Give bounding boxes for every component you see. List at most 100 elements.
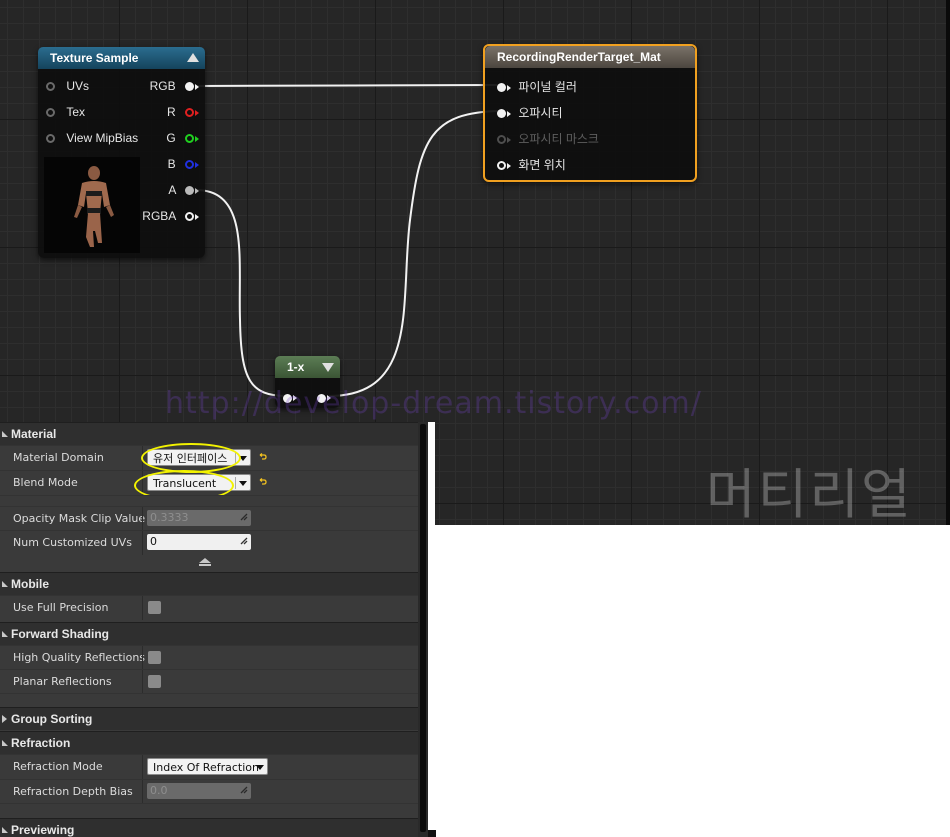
property-planar-reflections: Planar Reflections: [0, 669, 418, 694]
pin-icon[interactable]: [46, 108, 55, 118]
texture-preview: [44, 157, 140, 253]
panel-divider: [428, 422, 435, 837]
pin-label: View MipBias: [66, 131, 139, 145]
pin-icon[interactable]: [46, 134, 55, 144]
spacer: [0, 693, 418, 706]
material-result-node[interactable]: RecordingRenderTarget_Mat 파이널 컬러 오파시티 오파…: [483, 44, 697, 182]
pin-icon[interactable]: [185, 160, 194, 170]
category-refraction[interactable]: Refraction: [0, 731, 418, 754]
pin-icon[interactable]: [185, 82, 194, 92]
pin-label: A: [168, 183, 176, 197]
use-full-precision-checkbox[interactable]: [148, 601, 161, 614]
wire-one-minus-to-opacity: [328, 110, 502, 397]
collapse-icon[interactable]: [187, 53, 199, 62]
input-pin-view-mipbias[interactable]: View MipBias: [46, 130, 138, 146]
expand-triangle-icon[interactable]: [2, 740, 8, 746]
output-pin-b[interactable]: B: [168, 156, 199, 172]
property-use-full-precision: Use Full Precision: [0, 595, 418, 620]
input-pin-uvs[interactable]: UVs: [46, 78, 89, 94]
output-pin-rgb[interactable]: RGB: [150, 78, 199, 94]
overlay-label: 머티리얼: [706, 463, 913, 526]
pin-icon: [497, 135, 506, 145]
pin-arrow-icon: [195, 187, 199, 194]
pin-label: RGB: [149, 79, 176, 93]
pin-arrow-icon: [195, 135, 199, 142]
category-material[interactable]: Material: [0, 422, 418, 445]
property-label: Planar Reflections: [13, 675, 112, 688]
result-pin-opacity[interactable]: 오파시티: [497, 105, 563, 121]
column-divider[interactable]: [142, 596, 143, 620]
reset-to-default-icon[interactable]: [259, 478, 267, 486]
pin-arrow-icon: [507, 84, 511, 91]
category-mobile[interactable]: Mobile: [0, 572, 418, 595]
one-minus-title: 1-x: [287, 360, 305, 374]
scrollbar-thumb[interactable]: [420, 424, 426, 832]
expand-triangle-icon[interactable]: [2, 827, 8, 833]
advanced-collapse-toggle[interactable]: [0, 556, 418, 568]
column-divider[interactable]: [142, 670, 143, 694]
property-label: Blend Mode: [13, 476, 78, 489]
texture-sample-node[interactable]: Texture Sample UVs Tex View MipBias RGB …: [38, 47, 205, 258]
property-refraction-depth-bias: Refraction Depth Bias 0.0: [0, 779, 418, 804]
category-forward-shading[interactable]: Forward Shading: [0, 622, 418, 645]
property-label: Refraction Mode: [13, 760, 103, 773]
texture-sample-header[interactable]: Texture Sample: [38, 47, 205, 69]
chevron-down-icon[interactable]: [239, 481, 247, 486]
result-pin-screen-position[interactable]: 화면 위치: [497, 157, 566, 173]
column-divider[interactable]: [142, 507, 143, 531]
collapse-bar-icon: [199, 564, 211, 566]
column-divider[interactable]: [142, 646, 143, 670]
pin-icon[interactable]: [46, 82, 55, 92]
expand-triangle-icon[interactable]: [2, 431, 8, 437]
output-pin-r[interactable]: R: [167, 104, 199, 120]
pin-label: 화면 위치: [518, 158, 566, 172]
column-divider[interactable]: [142, 755, 143, 779]
pin-icon[interactable]: [497, 161, 506, 171]
pin-label: G: [166, 131, 176, 145]
pin-arrow-icon: [507, 110, 511, 117]
input-pin-tex[interactable]: Tex: [46, 104, 85, 120]
property-refraction-mode: Refraction Mode Index Of Refraction: [0, 754, 418, 779]
pin-icon[interactable]: [497, 109, 506, 119]
expand-triangle-icon[interactable]: [2, 581, 8, 587]
output-pin-g[interactable]: G: [166, 130, 199, 146]
category-group-sorting[interactable]: Group Sorting: [0, 707, 418, 730]
collapsed-triangle-icon[interactable]: [2, 715, 7, 723]
num-customized-uvs-input[interactable]: 0: [147, 534, 251, 550]
pin-label: Tex: [66, 105, 86, 119]
collapse-up-icon[interactable]: [199, 558, 211, 563]
expand-icon[interactable]: [322, 363, 334, 372]
pin-icon[interactable]: [185, 134, 194, 144]
column-divider[interactable]: [142, 780, 143, 804]
planar-reflections-checkbox[interactable]: [148, 675, 161, 688]
column-divider[interactable]: [142, 531, 143, 555]
details-scrollbar[interactable]: [418, 422, 428, 837]
expand-triangle-icon[interactable]: [2, 631, 8, 637]
pin-icon[interactable]: [497, 83, 506, 93]
pin-icon[interactable]: [185, 108, 194, 118]
pin-icon[interactable]: [185, 186, 194, 196]
hq-reflections-checkbox[interactable]: [148, 651, 161, 664]
property-label: Num Customized UVs: [13, 536, 132, 549]
drag-handle-icon: [240, 786, 248, 794]
refraction-mode-dropdown[interactable]: Index Of Refraction: [147, 758, 268, 775]
one-minus-header[interactable]: 1-x: [275, 356, 340, 378]
pin-label: 오파시티: [518, 106, 563, 120]
category-previewing[interactable]: Previewing: [0, 818, 418, 837]
property-label: Material Domain: [13, 451, 104, 464]
result-pin-final-color[interactable]: 파이널 컬러: [497, 79, 577, 95]
chevron-down-icon[interactable]: [256, 765, 264, 770]
output-pin-a[interactable]: A: [168, 182, 199, 198]
reset-to-default-icon[interactable]: [259, 453, 267, 461]
details-panel[interactable]: Material Material Domain 유저 인터페이스 Blend …: [0, 422, 418, 837]
output-pin-rgba[interactable]: RGBA: [142, 208, 199, 224]
wire-a-to-one-minus: [195, 189, 288, 397]
pin-label: 파이널 컬러: [518, 80, 577, 94]
drag-handle-icon[interactable]: [240, 537, 248, 545]
pin-label: B: [167, 157, 176, 171]
category-title: Mobile: [11, 577, 49, 591]
character-thumbnail-icon: [74, 166, 114, 247]
material-result-header[interactable]: RecordingRenderTarget_Mat: [485, 46, 695, 68]
pin-icon[interactable]: [185, 212, 194, 222]
input-value: 0.3333: [150, 511, 189, 524]
